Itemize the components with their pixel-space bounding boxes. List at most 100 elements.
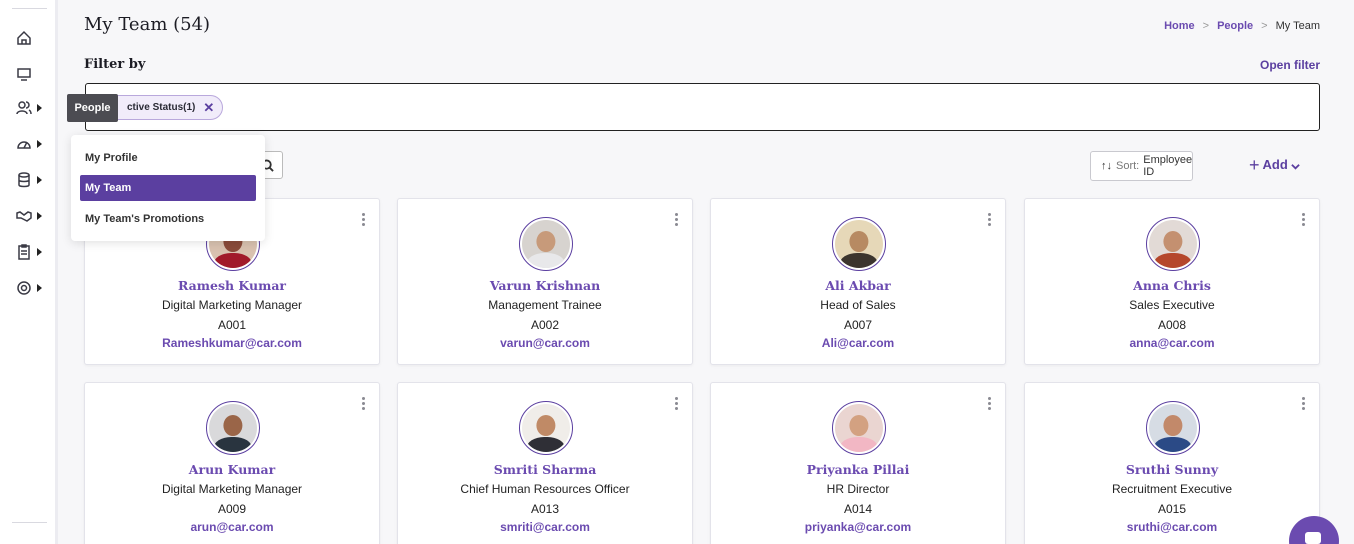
side-nav (0, 0, 58, 544)
more-options-icon[interactable] (988, 213, 992, 226)
plus-icon: + (1249, 154, 1260, 175)
employee-card[interactable]: Varun Krishnan Management Trainee A002 varu… (397, 198, 693, 365)
breadcrumb-home[interactable]: Home (1164, 20, 1195, 32)
menu-item-my-profile[interactable]: My Profile (80, 145, 256, 171)
employee-card[interactable]: Priyanka Pillai HR Director A014 priyanka@c… (710, 382, 1006, 544)
avatar-photo (835, 220, 883, 268)
employee-role: Digital Marketing Manager (161, 298, 303, 312)
nav-clipboard[interactable] (16, 240, 56, 264)
people-submenu: My Profile My Team My Team's Promotions (71, 135, 265, 241)
sort-icon: ↑↓ (1101, 160, 1112, 172)
employee-email[interactable]: priyanka@car.com (711, 520, 1005, 534)
avatar-body (1153, 436, 1193, 452)
more-options-icon[interactable] (362, 397, 366, 410)
more-options-icon[interactable] (1302, 213, 1306, 226)
chevron-down-icon (1291, 163, 1300, 170)
employee-card[interactable]: Ali Akbar Head of Sales A007 Ali@car.com (710, 198, 1006, 365)
avatar-head (1163, 414, 1183, 436)
caret-right-icon (37, 248, 42, 256)
employee-id: A015 (1157, 502, 1187, 516)
employee-role: Head of Sales (820, 298, 896, 312)
employee-id: A007 (843, 318, 873, 332)
employee-email[interactable]: Ali@car.com (711, 336, 1005, 350)
filter-box[interactable]: ctive Status(1) ✕ (85, 83, 1320, 131)
more-options-icon[interactable] (362, 213, 366, 226)
handshake-icon (16, 211, 32, 222)
gear-icon (17, 281, 31, 295)
breadcrumb-separator: > (1202, 20, 1210, 32)
employee-card[interactable]: Arun Kumar Digital Marketing Manager A009 a… (84, 382, 380, 544)
gauge-icon (17, 141, 31, 149)
add-button[interactable]: + Add (1249, 154, 1300, 175)
employee-role: Recruitment Executive (1111, 482, 1233, 496)
employee-card[interactable]: Anna Chris Sales Executive A008 anna@car.co… (1024, 198, 1320, 365)
employee-name[interactable]: Anna Chris (1025, 278, 1319, 293)
employee-role: Chief Human Resources Officer (460, 482, 630, 496)
avatar (1146, 401, 1200, 455)
sort-label: Sort: (1116, 160, 1140, 172)
employee-name[interactable]: Varun Krishnan (398, 278, 692, 293)
nav-dashboard[interactable] (16, 62, 56, 86)
more-options-icon[interactable] (1302, 397, 1306, 410)
nav-database[interactable] (16, 168, 56, 192)
close-icon[interactable]: ✕ (203, 100, 214, 116)
employee-card[interactable]: Sruthi Sunny Recruitment Executive A015 sru… (1024, 382, 1320, 544)
avatar (519, 401, 573, 455)
avatar-photo (1149, 220, 1197, 268)
caret-right-icon (37, 284, 42, 292)
menu-item-my-team[interactable]: My Team (80, 175, 256, 201)
employee-email[interactable]: sruthi@car.com (1025, 520, 1319, 534)
employee-email[interactable]: Rameshkumar@car.com (85, 336, 379, 350)
employee-role: Sales Executive (1129, 298, 1215, 312)
breadcrumb-separator: > (1261, 20, 1268, 32)
sort-button[interactable]: ↑↓ Sort: Employee ID (1090, 151, 1193, 181)
home-icon (17, 30, 31, 45)
employee-card[interactable]: Smriti Sharma Chief Human Resources Offic… (397, 382, 693, 544)
employee-id: A001 (217, 318, 247, 332)
caret-right-icon (37, 212, 42, 220)
employee-email[interactable]: anna@car.com (1025, 336, 1319, 350)
nav-home[interactable] (16, 26, 56, 50)
avatar-head (536, 230, 556, 252)
employee-role: Digital Marketing Manager (161, 482, 303, 496)
avatar-body (526, 252, 566, 268)
avatar-head (849, 230, 869, 252)
employee-email[interactable]: smriti@car.com (398, 520, 692, 534)
employee-name[interactable]: Smriti Sharma (398, 462, 692, 477)
avatar-body (1153, 252, 1193, 268)
avatar-photo (522, 220, 570, 268)
nav-people[interactable] (16, 96, 56, 120)
avatar-body (526, 436, 566, 452)
employee-role: Management Trainee (488, 298, 602, 312)
employee-email[interactable]: varun@car.com (398, 336, 692, 350)
avatar-body (213, 252, 253, 268)
avatar-head (536, 414, 556, 436)
avatar (206, 401, 260, 455)
people-tooltip: People (67, 94, 118, 122)
avatar-photo (835, 404, 883, 452)
avatar (832, 401, 886, 455)
chat-icon (1305, 532, 1321, 544)
nav-handshake[interactable] (16, 204, 56, 228)
filter-chip-label: ctive Status(1) (127, 102, 196, 113)
employee-email[interactable]: arun@car.com (85, 520, 379, 534)
employee-name[interactable]: Priyanka Pillai (711, 462, 1005, 477)
employee-name[interactable]: Ali Akbar (711, 278, 1005, 293)
breadcrumb-people[interactable]: People (1217, 20, 1253, 32)
menu-item-my-teams-promotions[interactable]: My Team's Promotions (80, 206, 256, 232)
employee-name[interactable]: Ramesh Kumar (85, 278, 379, 293)
clipboard-icon (18, 244, 30, 260)
open-filter-link[interactable]: Open filter (1260, 58, 1320, 72)
avatar-body (213, 436, 253, 452)
more-options-icon[interactable] (675, 213, 679, 226)
monitor-icon (17, 68, 31, 81)
more-options-icon[interactable] (675, 397, 679, 410)
nav-performance[interactable] (16, 132, 56, 156)
caret-right-icon (37, 176, 42, 184)
employee-name[interactable]: Sruthi Sunny (1025, 462, 1319, 477)
employee-id: A013 (530, 502, 560, 516)
avatar-photo (522, 404, 570, 452)
nav-settings[interactable] (16, 276, 56, 300)
more-options-icon[interactable] (988, 397, 992, 410)
employee-name[interactable]: Arun Kumar (85, 462, 379, 477)
